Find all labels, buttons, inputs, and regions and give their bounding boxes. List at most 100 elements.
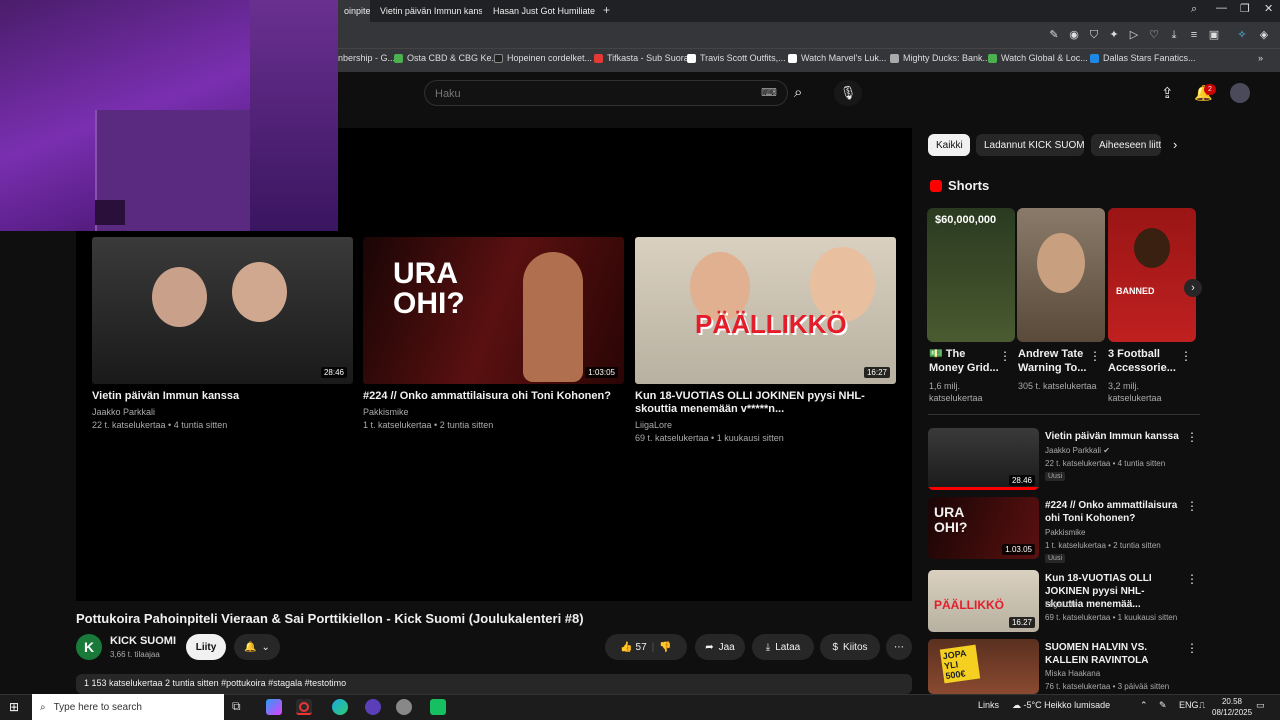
dislike-icon[interactable]: 👎 xyxy=(659,642,671,653)
shorts-next-button[interactable]: › xyxy=(1184,279,1202,297)
chip-uploaded-by[interactable]: Ladannut KICK SUOMI xyxy=(976,134,1084,156)
taskbar-links[interactable]: Links xyxy=(978,700,999,710)
pen-icon[interactable]: ✎ xyxy=(1159,700,1167,711)
upload-icon[interactable]: ⇪ xyxy=(1161,84,1174,102)
short-thumbnail[interactable] xyxy=(1017,208,1105,342)
bookmark-item[interactable]: Mighty Ducks: Bank... xyxy=(890,53,990,63)
share-button[interactable]: ➦ Jaa xyxy=(695,634,745,660)
chip-related[interactable]: Aiheeseen liitt xyxy=(1091,134,1161,156)
chevron-right-icon[interactable]: › xyxy=(1173,137,1177,152)
bookmark-item[interactable]: nbership - G... xyxy=(338,53,395,63)
extension-icon[interactable]: ✦ xyxy=(1107,28,1121,42)
browser-tab[interactable]: oinpitel xyxy=(338,0,370,22)
end-card-thumbnail[interactable]: URA OHI? 1:03:05 xyxy=(363,237,624,384)
end-card-thumbnail[interactable]: PÄÄLLIKKÖ 16:27 xyxy=(635,237,896,384)
copilot-icon[interactable] xyxy=(266,699,282,715)
heart-icon[interactable]: ♡ xyxy=(1147,28,1161,42)
join-button[interactable]: Liity xyxy=(186,634,226,660)
clock[interactable]: 20.58 08/12/2025 xyxy=(1212,696,1252,718)
edit-icon[interactable]: ✎ xyxy=(1047,28,1061,42)
wallet-icon[interactable]: ▣ xyxy=(1207,28,1221,42)
camera-icon[interactable]: ◉ xyxy=(1067,28,1081,42)
app-icon[interactable] xyxy=(365,699,381,715)
end-card-channel[interactable]: Jaakko Parkkali xyxy=(92,406,155,418)
recommended-channel[interactable]: LiigaLore xyxy=(1045,599,1185,610)
more-vert-icon[interactable]: ⋮ xyxy=(1089,349,1101,363)
keyboard-icon[interactable]: ⌨ xyxy=(761,86,777,99)
like-button[interactable]: 👍 57 xyxy=(620,642,646,653)
short-thumbnail[interactable]: BANNED xyxy=(1108,208,1196,342)
more-vert-icon[interactable]: ⋮ xyxy=(1180,349,1192,363)
aria-icon[interactable]: ✧ xyxy=(1235,28,1249,42)
menu-icon[interactable]: ≡ xyxy=(1187,28,1201,42)
chip-all[interactable]: Kaikki xyxy=(928,134,970,156)
more-actions-button[interactable]: ⋯ xyxy=(886,634,912,660)
recommended-title[interactable]: Vietin päivän Immun kanssa xyxy=(1045,430,1180,443)
download-icon[interactable]: ⤓ xyxy=(1167,28,1181,42)
end-card-title[interactable]: #224 // Onko ammattilaisura ohi Toni Koh… xyxy=(363,390,624,403)
browser-tab[interactable]: Hasan Just Got Humiliate✕ xyxy=(483,0,595,22)
bookmark-item[interactable]: Hopeinen cordelket... xyxy=(494,53,592,63)
video-description[interactable]: 1 153 katselukertaa 2 tuntia sitten #pot… xyxy=(76,674,912,694)
thanks-button[interactable]: $ Kiitos xyxy=(820,634,880,660)
search-button[interactable]: ⌕ xyxy=(794,84,802,101)
recommended-channel[interactable]: Pakkismike xyxy=(1045,527,1185,538)
minimize-icon[interactable]: — xyxy=(1216,2,1227,14)
app-icon[interactable] xyxy=(430,699,446,715)
shield-icon[interactable]: ⛉ xyxy=(1087,28,1101,42)
play-icon[interactable]: ▷ xyxy=(1127,28,1141,42)
more-vert-icon[interactable]: ⋮ xyxy=(1186,499,1198,513)
bookmark-item[interactable]: Travis Scott Outfits,... xyxy=(687,53,786,63)
short-title[interactable]: 3 Football Accessorie... xyxy=(1108,347,1178,375)
browser-tab[interactable]: Vietin päivän Immun kans✕ xyxy=(370,0,482,22)
bookmark-item[interactable]: Osta CBD & CBG Ke... xyxy=(394,53,499,63)
taskbar-search[interactable]: ⌕ Type here to search xyxy=(32,694,224,720)
tray-chevron-icon[interactable]: ⌃ xyxy=(1140,700,1148,711)
end-card-channel[interactable]: Pakkismike xyxy=(363,406,409,418)
voice-search-button[interactable]: 🎙 xyxy=(834,80,862,106)
more-vert-icon[interactable]: ⋮ xyxy=(999,349,1011,363)
recommended-thumbnail[interactable]: 28.46 xyxy=(928,428,1039,490)
end-card-title[interactable]: Kun 18-VUOTIAS OLLI JOKINEN pyysi NHL-sk… xyxy=(635,390,865,416)
search-tabs-icon[interactable]: ⌕ xyxy=(1191,3,1197,16)
short-thumbnail[interactable]: $60,000,000 xyxy=(927,208,1015,342)
edge-icon[interactable] xyxy=(332,699,348,715)
channel-name[interactable]: KICK SUOMI xyxy=(110,635,176,647)
recommended-thumbnail[interactable]: JOPA YLI 500€ xyxy=(928,639,1039,694)
new-tab-button[interactable]: + xyxy=(603,3,610,17)
app-icon[interactable] xyxy=(396,699,412,715)
recommended-thumbnail[interactable]: PÄÄLLIKKÖ 16.27 xyxy=(928,570,1039,632)
more-vert-icon[interactable]: ⋮ xyxy=(1186,641,1198,655)
avatar[interactable] xyxy=(1230,83,1250,103)
short-title[interactable]: 💵 The Money Grid... xyxy=(929,347,999,375)
more-vert-icon[interactable]: ⋮ xyxy=(1186,572,1198,586)
bookmark-item[interactable]: Watch Marvel's Luk... xyxy=(788,53,886,63)
recommended-channel[interactable]: Jaakko Parkkali ✔ xyxy=(1045,445,1185,456)
channel-avatar[interactable]: K xyxy=(76,634,102,660)
end-card-channel[interactable]: LiigaLore xyxy=(635,419,672,431)
weather-widget[interactable]: ☁ -5°C Heikko lumisade xyxy=(1012,700,1110,711)
bookmarks-more-icon[interactable]: » xyxy=(1258,53,1263,63)
bookmark-item[interactable]: Tifkasta - Sub Suora xyxy=(594,53,689,63)
language-indicator[interactable]: ENG xyxy=(1179,700,1199,710)
notification-center-icon[interactable]: ▭ xyxy=(1256,700,1265,711)
recommended-title[interactable]: #224 // Onko ammattilaisura ohi Toni Koh… xyxy=(1045,499,1180,525)
subscribed-bell-button[interactable]: 🔔 ⌄ xyxy=(234,634,280,660)
download-button[interactable]: ⤓ Lataa xyxy=(752,634,814,660)
maximize-icon[interactable]: ❐ xyxy=(1240,2,1250,15)
network-icon[interactable]: ⎍ xyxy=(1199,700,1205,711)
recommended-thumbnail[interactable]: URA OHI? 1.03.05 xyxy=(928,497,1039,559)
end-card-thumbnail[interactable]: 28:46 xyxy=(92,237,353,384)
bookmark-item[interactable]: Watch Global & Loc... xyxy=(988,53,1088,63)
search-input[interactable] xyxy=(435,86,735,102)
windows-start-icon[interactable]: ⊞ xyxy=(9,700,19,714)
opera-icon[interactable] xyxy=(296,699,312,715)
short-title[interactable]: Andrew Tate Warning To... xyxy=(1018,347,1088,375)
close-window-icon[interactable]: ✕ xyxy=(1264,2,1273,15)
end-card-title[interactable]: Vietin päivän Immun kanssa xyxy=(92,390,353,403)
bookmark-item[interactable]: Dallas Stars Fanatics... xyxy=(1090,53,1196,63)
recommended-title[interactable]: SUOMEN HALVIN VS. KALLEIN RAVINTOLA xyxy=(1045,641,1180,667)
more-vert-icon[interactable]: ⋮ xyxy=(1186,430,1198,444)
recommended-channel[interactable]: Miska Haakana xyxy=(1045,668,1185,679)
cube-icon[interactable]: ◈ xyxy=(1257,28,1271,42)
